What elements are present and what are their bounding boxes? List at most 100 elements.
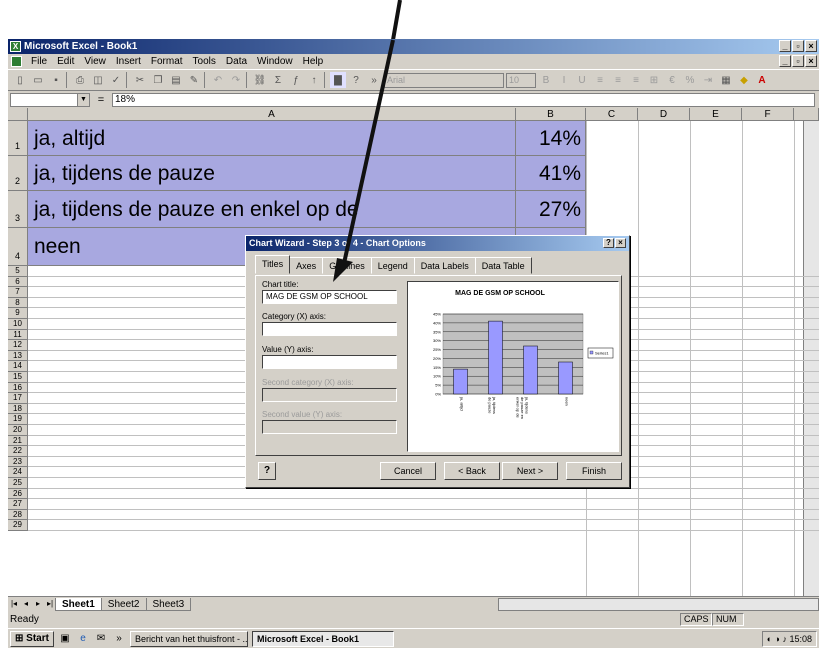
menu-file[interactable]: File [26, 54, 52, 69]
row-header[interactable]: 23 [8, 456, 28, 468]
help-icon[interactable]: ? [603, 238, 614, 248]
tab-legend[interactable]: Legend [370, 257, 415, 274]
column-header-d[interactable]: D [638, 108, 690, 121]
open-icon[interactable]: ▭ [30, 72, 46, 88]
menu-help[interactable]: Help [298, 54, 329, 69]
row-header[interactable]: 21 [8, 435, 28, 447]
chart-wizard-icon[interactable]: ▇ [330, 72, 346, 88]
task-excel[interactable]: Microsoft Excel - Book1 [251, 630, 394, 647]
column-header-a[interactable]: A [28, 108, 516, 121]
autosum-icon[interactable]: Σ [270, 72, 286, 88]
cell-a1[interactable]: ja, altijd [28, 121, 516, 156]
row-header[interactable]: 20 [8, 425, 28, 436]
percent-icon[interactable]: % [682, 72, 698, 88]
redo-icon[interactable]: ↷ [228, 72, 244, 88]
row-header[interactable]: 3 [8, 191, 28, 228]
copy-icon[interactable]: ❐ [150, 72, 166, 88]
doc-close-button[interactable]: × [805, 55, 817, 67]
borders-icon[interactable]: ▦ [718, 72, 734, 88]
desktop-icon[interactable]: ▣ [58, 632, 72, 646]
row-header[interactable]: 25 [8, 478, 28, 489]
column-header-f[interactable]: F [742, 108, 794, 121]
align-center-icon[interactable]: ≡ [610, 72, 626, 88]
row-header[interactable]: 15 [8, 372, 28, 383]
menu-tools[interactable]: Tools [188, 54, 221, 69]
vertical-scrollbar[interactable] [803, 121, 819, 596]
paste-icon[interactable]: ▤ [168, 72, 184, 88]
formula-input[interactable]: 18% [112, 92, 815, 107]
quicklaunch-more-icon[interactable]: » [112, 632, 126, 646]
row-header[interactable]: 18 [8, 403, 28, 415]
column-header-b[interactable]: B [516, 108, 586, 121]
cut-icon[interactable]: ✂ [132, 72, 148, 88]
doc-restore-button[interactable]: ▫ [792, 55, 804, 67]
font-combo[interactable]: Arial [384, 72, 504, 88]
row-header[interactable]: 10 [8, 319, 28, 330]
indent-icon[interactable]: ⇥ [700, 72, 716, 88]
sort-ascending-icon[interactable]: ↑ [306, 72, 322, 88]
menu-data[interactable]: Data [221, 54, 252, 69]
merge-center-icon[interactable]: ⊞ [646, 72, 662, 88]
horizontal-scrollbar[interactable] [498, 598, 819, 611]
row-header[interactable]: 28 [8, 509, 28, 521]
format-painter-icon[interactable]: ✎ [186, 72, 202, 88]
next-button[interactable]: Next > [502, 462, 558, 480]
column-header-c[interactable]: C [586, 108, 638, 121]
sheet-tab-3[interactable]: Sheet3 [145, 597, 192, 611]
row-header[interactable]: 29 [8, 520, 28, 531]
cell-a2[interactable]: ja, tijdens de pauze [28, 156, 516, 191]
menu-window[interactable]: Window [252, 54, 298, 69]
sheet-tab-2[interactable]: Sheet2 [100, 597, 147, 611]
help-icon[interactable]: ? [348, 72, 364, 88]
currency-icon[interactable]: € [664, 72, 680, 88]
cell-b3[interactable]: 27% [516, 191, 586, 228]
undo-icon[interactable]: ↶ [210, 72, 226, 88]
save-icon[interactable]: ▪ [48, 72, 64, 88]
close-icon[interactable]: × [615, 238, 626, 248]
bold-icon[interactable]: B [538, 72, 554, 88]
tab-data-table[interactable]: Data Table [474, 257, 532, 274]
second-value-axis-input[interactable] [262, 420, 397, 434]
ie-icon[interactable]: e [76, 632, 90, 646]
tab-titles[interactable]: Titles [255, 255, 291, 274]
print-preview-icon[interactable]: ◫ [90, 72, 106, 88]
row-header[interactable]: 26 [8, 488, 28, 500]
column-header-e[interactable]: E [690, 108, 742, 121]
row-header[interactable]: 22 [8, 446, 28, 457]
italic-icon[interactable]: I [556, 72, 572, 88]
task-mail[interactable]: Bericht van het thuisfront - ... [129, 630, 248, 647]
font-color-icon[interactable]: A [754, 72, 770, 88]
name-box[interactable]: ▼ [10, 92, 90, 107]
font-size-combo[interactable]: 10 [506, 72, 536, 88]
start-button[interactable]: ⊞ Start [10, 630, 54, 647]
menu-edit[interactable]: Edit [52, 54, 79, 69]
row-header[interactable]: 7 [8, 287, 28, 298]
row-header[interactable]: 14 [8, 361, 28, 372]
workbook-icon[interactable] [11, 56, 22, 67]
align-right-icon[interactable]: ≡ [628, 72, 644, 88]
menu-format[interactable]: Format [146, 54, 188, 69]
row-header[interactable]: 19 [8, 414, 28, 425]
select-all-corner[interactable] [8, 108, 28, 121]
first-sheet-icon[interactable]: |◂ [8, 598, 20, 610]
tab-data-labels[interactable]: Data Labels [413, 257, 476, 274]
chart-title-input[interactable]: MAG DE GSM OP SCHOOL [262, 290, 397, 304]
tab-axes[interactable]: Axes [289, 257, 324, 274]
outlook-icon[interactable]: ✉ [94, 632, 108, 646]
value-axis-input[interactable] [262, 355, 397, 369]
cell-a3[interactable]: ja, tijdens de pauze en enkel op de [28, 191, 516, 228]
print-icon[interactable]: ⎙ [72, 72, 88, 88]
row-header[interactable]: 9 [8, 308, 28, 319]
menu-insert[interactable]: Insert [111, 54, 146, 69]
hyperlink-icon[interactable]: ⛓ [252, 72, 268, 88]
minimize-button[interactable]: _ [779, 40, 791, 52]
doc-minimize-button[interactable]: _ [779, 55, 791, 67]
row-header[interactable]: 8 [8, 297, 28, 309]
category-axis-input[interactable] [262, 322, 397, 336]
back-button[interactable]: < Back [444, 462, 500, 480]
function-icon[interactable]: ƒ [288, 72, 304, 88]
spelling-icon[interactable]: ✓ [108, 72, 124, 88]
new-icon[interactable]: ▯ [12, 72, 28, 88]
tab-gridlines[interactable]: Gridlines [322, 257, 372, 274]
prev-sheet-icon[interactable]: ◂ [20, 598, 32, 610]
